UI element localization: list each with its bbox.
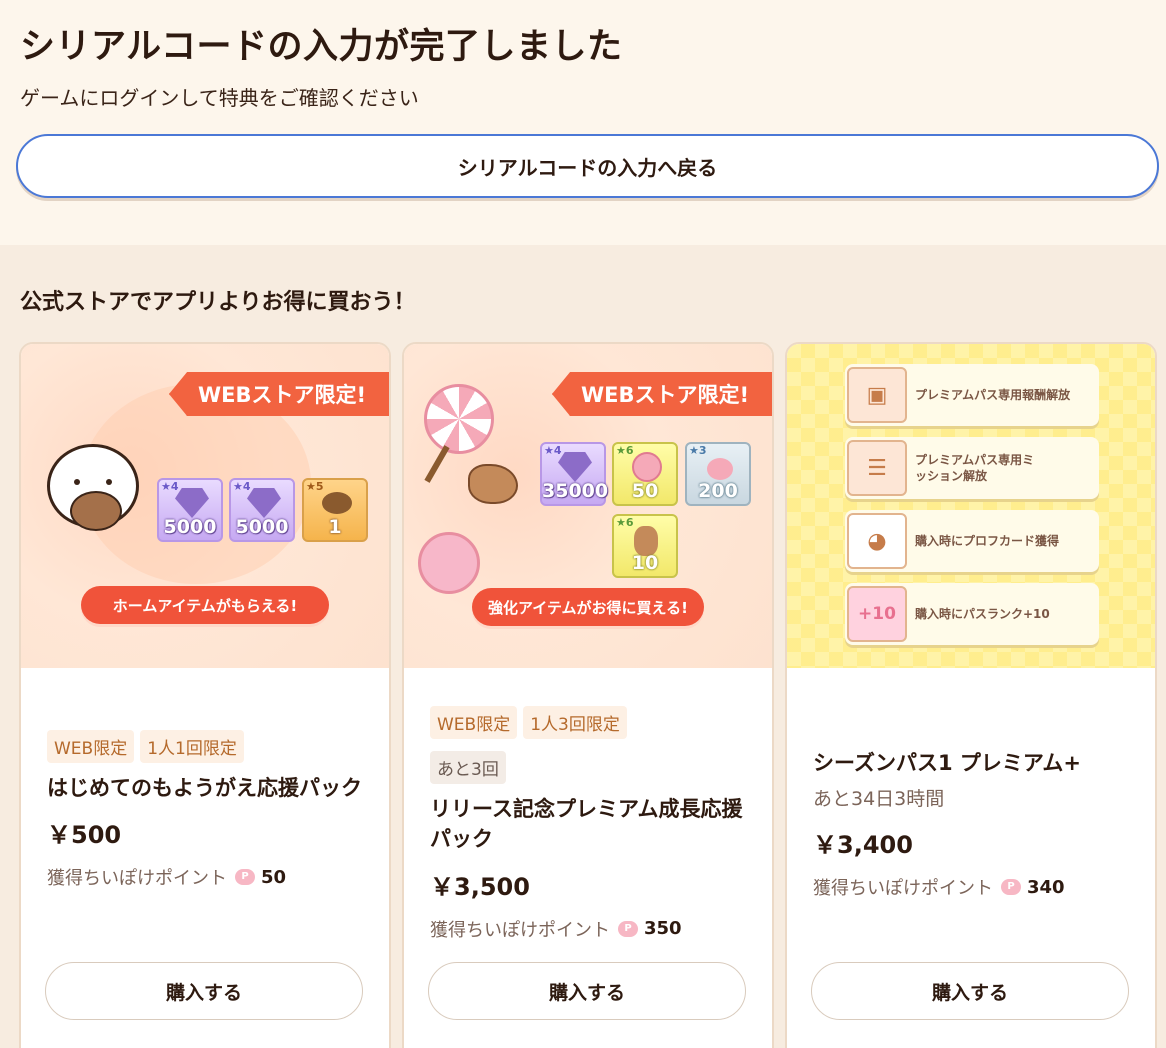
- lollipop-item-icon: ★6 50: [612, 442, 678, 506]
- crystal-item-icon: ★4 35000: [540, 442, 608, 506]
- product-card: WEBストア限定! ★4 35000 ★6 50 ★3 200 ★6 10 強化アイテム…: [402, 342, 774, 1048]
- page-subtitle: ゲームにログインして特典をご確認ください: [20, 86, 419, 110]
- feature-premium-reward: ▣ プレミアムパス専用報酬解放: [845, 364, 1099, 426]
- points-label: 獲得ちいぽけポイント: [47, 868, 227, 890]
- product-name: はじめてのもようがえ応援パック: [47, 776, 362, 800]
- point-icon: P: [235, 869, 255, 886]
- product-banner: WEBストア限定! ★4 5000 ★4 5000 ★5 1 ホームアイテムがもらえる…: [21, 344, 389, 668]
- feature-premium-mission: ☰ プレミアムパス専用ミッション解放: [845, 437, 1099, 499]
- web-only-tag: WEB限定: [430, 706, 518, 739]
- product-card: WEBストア限定! ★4 5000 ★4 5000 ★5 1 ホームアイテムがもらえる…: [19, 342, 391, 1048]
- purchase-limit-tag: 1人1回限定: [140, 730, 244, 763]
- back-to-serial-input-button[interactable]: シリアルコードの入力へ戻る: [16, 134, 1159, 198]
- product-price: ￥500: [47, 821, 122, 850]
- home-item-icon: ★5 1: [302, 478, 368, 542]
- candy-icon: [418, 532, 480, 594]
- points-value: 50: [261, 866, 287, 888]
- web-store-ribbon: WEBストア限定!: [552, 372, 772, 416]
- purchase-limit-tag: 1人3回限定: [523, 706, 627, 739]
- remaining-time: あと34日3時間: [813, 788, 945, 811]
- clipboard-icon: ☰: [847, 440, 907, 496]
- product-price: ￥3,500: [430, 872, 530, 901]
- mascot-image: [47, 444, 139, 531]
- web-store-ribbon: WEBストア限定!: [169, 372, 389, 416]
- product-name: シーズンパス1 プレミアム+: [813, 751, 1081, 775]
- page-title: シリアルコードの入力が完了しました: [20, 27, 623, 67]
- point-icon: P: [618, 920, 638, 937]
- points-row: 獲得ちいぽけポイント P 350: [430, 916, 752, 942]
- lollipop-icon: [424, 384, 494, 454]
- gift-icon: ▣: [847, 367, 907, 423]
- profile-card-icon: ◕: [847, 513, 907, 569]
- buy-button[interactable]: 購入する: [428, 962, 746, 1020]
- points-label: 獲得ちいぽけポイント: [430, 919, 610, 941]
- remaining-count-tag: あと3回: [430, 751, 506, 784]
- buy-button[interactable]: 購入する: [45, 962, 363, 1020]
- crystal-item-icon: ★4 5000: [157, 478, 223, 542]
- branch-item-icon: ★6 10: [612, 514, 678, 578]
- home-item-pill: ホームアイテムがもらえる!: [81, 586, 329, 624]
- point-icon: P: [1001, 879, 1021, 896]
- feature-profile-card: ◕ 購入時にプロフカード獲得: [845, 510, 1099, 572]
- product-banner: WEBストア限定! ★4 35000 ★6 50 ★3 200 ★6 10 強化アイテム…: [404, 344, 772, 668]
- product-info: WEB限定 1人3回限定 あと3回 リリース記念プレミアム成長応援パック ￥3,5…: [430, 706, 752, 942]
- feature-pass-rank: +10 購入時にパスランク+10: [845, 583, 1099, 645]
- points-value: 350: [644, 918, 682, 940]
- product-price: ￥3,400: [813, 831, 913, 860]
- points-row: 獲得ちいぽけポイント P 50: [47, 864, 369, 890]
- branch-item-icon: [468, 464, 518, 504]
- buy-button[interactable]: 購入する: [811, 962, 1129, 1020]
- product-name: リリース記念プレミアム成長応援パック: [430, 797, 743, 852]
- crystal-item-icon: ★4 5000: [229, 478, 295, 542]
- rank-star-icon: +10: [847, 586, 907, 642]
- candy-item-icon: ★3 200: [685, 442, 751, 506]
- product-info: WEB限定 1人1回限定 はじめてのもようがえ応援パック ￥500 獲得ちいぽけポ…: [47, 730, 369, 890]
- product-card: ▣ プレミアムパス専用報酬解放 ☰ プレミアムパス専用ミッション解放 ◕ 購入時…: [785, 342, 1157, 1048]
- product-info: シーズンパス1 プレミアム+ あと34日3時間 ￥3,400 獲得ちいぽけポイン…: [813, 748, 1135, 900]
- upgrade-item-pill: 強化アイテムがお得に買える!: [472, 588, 704, 626]
- store-section-title: 公式ストアでアプリよりお得に買おう！: [20, 290, 416, 315]
- points-row: 獲得ちいぽけポイント P 340: [813, 874, 1135, 900]
- web-only-tag: WEB限定: [47, 730, 135, 763]
- points-value: 340: [1027, 876, 1065, 898]
- points-label: 獲得ちいぽけポイント: [813, 878, 993, 900]
- product-banner: ▣ プレミアムパス専用報酬解放 ☰ プレミアムパス専用ミッション解放 ◕ 購入時…: [787, 344, 1155, 668]
- header-section: シリアルコードの入力が完了しました ゲームにログインして特典をご確認ください シ…: [0, 0, 1166, 245]
